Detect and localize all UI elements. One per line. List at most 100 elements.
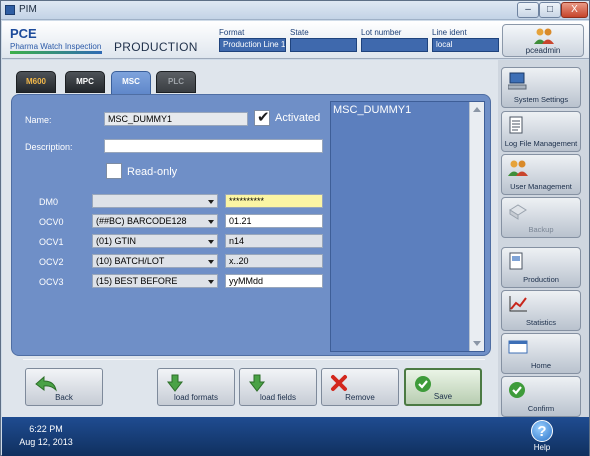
tab-mpc[interactable]: MPC — [65, 71, 105, 93]
chevron-down-icon — [208, 260, 214, 264]
scroll-down-icon[interactable] — [473, 341, 481, 346]
back-arrow-icon — [34, 374, 58, 395]
sidebar-item-label: Log File Management — [504, 139, 578, 148]
home-screen-icon — [508, 338, 528, 359]
ocv2-value-input[interactable]: x..20 — [225, 254, 323, 268]
back-button[interactable]: Back — [25, 368, 103, 406]
dm0-value-input[interactable]: ********** — [225, 194, 323, 208]
clock-time: 6:22 PM — [29, 424, 63, 434]
minimize-button[interactable]: – — [517, 2, 539, 18]
list-scrollbar[interactable] — [469, 102, 484, 351]
ocv1-value-input[interactable]: n14 — [225, 234, 323, 248]
tab-plc[interactable]: PLC — [156, 71, 196, 93]
description-label: Description: — [25, 142, 73, 152]
ocv0-label: OCV0 — [39, 217, 64, 227]
computer-icon — [507, 72, 528, 93]
users-icon — [508, 159, 528, 180]
ocv0-select[interactable]: (##BC) BARCODE128 — [92, 214, 218, 228]
ocv1-select[interactable]: (01) GTIN — [92, 234, 218, 248]
name-input[interactable]: MSC_DUMMY1 — [104, 112, 248, 126]
help-icon[interactable]: ? — [531, 420, 553, 442]
read-only-label: Read-only — [127, 166, 178, 178]
activated-checkbox[interactable]: ✔ — [254, 109, 270, 126]
sidebar-item-home[interactable]: Home — [501, 333, 581, 374]
description-input[interactable] — [104, 139, 323, 153]
maximize-button[interactable]: □ — [539, 2, 561, 18]
sidebar-item-user-management[interactable]: User Management — [501, 154, 581, 195]
remove-button[interactable]: Remove — [321, 368, 399, 406]
list-item[interactable]: MSC_DUMMY1 — [333, 104, 411, 116]
ocv3-select-value: (15) BEST BEFORE — [96, 276, 178, 286]
dm0-label: DM0 — [39, 197, 59, 207]
lot-number-label: Lot number — [361, 28, 402, 37]
logo-underline — [10, 51, 102, 54]
sidebar-item-label: Statistics — [525, 318, 556, 327]
ocv1-label: OCV1 — [39, 237, 64, 247]
state-field: State — [290, 27, 357, 52]
format-label: Format — [219, 28, 245, 37]
dm0-select[interactable] — [92, 194, 218, 208]
close-button[interactable]: X — [561, 2, 588, 18]
remove-button-label: Remove — [345, 393, 375, 402]
activated-label: Activated — [275, 112, 321, 124]
sidebar-item-label: User Management — [510, 182, 572, 191]
tab-msc[interactable]: MSC — [111, 71, 151, 96]
download-arrow-icon — [166, 374, 184, 395]
format-field: Format Production Line 1 — [219, 27, 286, 52]
chevron-down-icon — [208, 240, 214, 244]
logo-subtitle: Pharma Watch Inspection — [10, 42, 102, 51]
sidebar-item-system-settings[interactable]: System Settings — [501, 67, 581, 108]
clock-date: Aug 12, 2013 — [19, 437, 73, 447]
user-name: pceadmin — [525, 46, 561, 55]
divider — [23, 359, 485, 360]
sidebar-item-label: Home — [530, 361, 551, 370]
help-label: Help — [533, 443, 551, 452]
production-document-icon — [508, 252, 524, 273]
sidebar-item-label: Backup — [528, 225, 554, 234]
checkmark-icon: ✔ — [257, 109, 270, 126]
remove-x-icon — [330, 374, 348, 395]
sidebar-item-label: Confirm — [527, 404, 555, 413]
ocv2-select[interactable]: (10) BATCH/LOT — [92, 254, 218, 268]
users-icon — [534, 27, 554, 48]
sidebar-item-label: System Settings — [513, 95, 569, 104]
tab-m600[interactable]: M600 — [16, 71, 56, 93]
ocv3-value-input[interactable]: yyMMdd — [225, 274, 323, 288]
app-icon — [5, 5, 15, 15]
name-label: Name: — [25, 115, 52, 125]
load-formats-label: load formats — [173, 393, 219, 402]
chevron-down-icon — [208, 280, 214, 284]
ocv3-select[interactable]: (15) BEST BEFORE — [92, 274, 218, 288]
document-icon — [508, 116, 524, 137]
ocv2-label: OCV2 — [39, 257, 64, 267]
download-arrow-icon — [248, 374, 266, 395]
checkmark-circle-icon — [508, 381, 526, 402]
sidebar-item-backup[interactable]: Backup — [501, 197, 581, 238]
user-button[interactable]: pceadmin — [502, 24, 584, 57]
state-label: State — [290, 28, 309, 37]
sidebar-item-statistics[interactable]: Statistics — [501, 290, 581, 331]
lot-number-value — [361, 38, 428, 52]
save-button[interactable]: Save — [404, 368, 482, 406]
backup-drive-icon — [508, 202, 528, 223]
load-fields-label: load fields — [259, 393, 297, 402]
title-bar: PIM – □ X — [1, 1, 589, 20]
ocv0-value-input[interactable]: 01.21 — [225, 214, 323, 228]
chevron-down-icon — [208, 200, 214, 204]
ocv0-select-value: (##BC) BARCODE128 — [96, 216, 187, 226]
scroll-up-icon[interactable] — [473, 107, 481, 112]
application-window: PIM – □ X PCE Pharma Watch Inspection PR… — [0, 0, 590, 456]
sidebar-item-log-file-management[interactable]: Log File Management — [501, 111, 581, 152]
header-bar: PCE Pharma Watch Inspection PRODUCTION F… — [2, 21, 589, 59]
back-button-label: Back — [55, 393, 73, 402]
load-fields-button[interactable]: load fields — [239, 368, 317, 406]
read-only-checkbox[interactable] — [106, 163, 122, 179]
config-list[interactable]: MSC_DUMMY1 — [330, 101, 485, 352]
chart-icon — [508, 295, 528, 316]
sidebar-item-production[interactable]: Production — [501, 247, 581, 288]
format-value: Production Line 1 — [219, 38, 286, 52]
sidebar-item-confirm[interactable]: Confirm — [501, 376, 581, 417]
state-value — [290, 38, 357, 52]
footer-bar: 6:22 PM Aug 12, 2013 — [2, 417, 589, 456]
load-formats-button[interactable]: load formats — [157, 368, 235, 406]
